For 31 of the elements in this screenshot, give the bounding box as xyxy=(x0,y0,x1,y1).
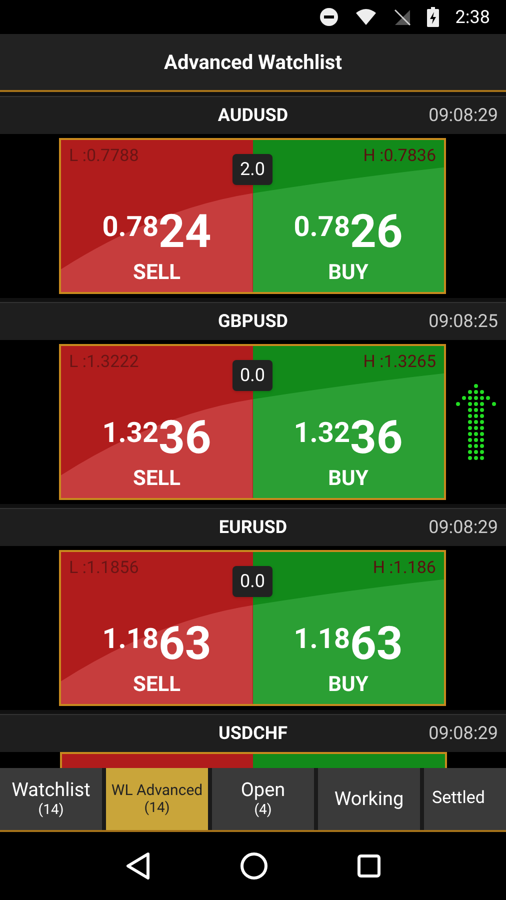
tab[interactable]: WL Advanced (14) xyxy=(106,768,208,830)
tab[interactable]: Open (4) xyxy=(212,768,314,830)
timestamp: 09:08:29 xyxy=(428,104,498,128)
timestamp: 09:08:25 xyxy=(428,310,498,334)
high-price: H :1.186 xyxy=(372,557,436,580)
symbol: EURUSD xyxy=(218,516,288,540)
back-icon[interactable] xyxy=(124,852,151,880)
tab[interactable]: Watchlist (14) xyxy=(0,768,102,830)
wifi-icon xyxy=(355,8,378,26)
home-icon[interactable] xyxy=(240,852,268,880)
timestamp: 09:08:29 xyxy=(428,516,498,540)
recents-icon[interactable] xyxy=(357,854,382,878)
symbol: USDCHF xyxy=(218,722,288,746)
timestamp: 09:08:29 xyxy=(428,722,498,746)
window-title: Advanced Watchlist xyxy=(164,49,342,76)
high-price: H :0.7836 xyxy=(363,145,436,168)
low-price: L :1.1856 xyxy=(69,557,139,580)
spread: 2.0 xyxy=(232,154,273,185)
symbol: AUDUSD xyxy=(218,104,288,128)
tab[interactable]: Settled xyxy=(424,768,506,830)
low-price: L :1.3222 xyxy=(69,351,139,374)
no-signal-icon xyxy=(393,8,412,26)
tab[interactable]: Working xyxy=(318,768,420,830)
low-price: L :0.7788 xyxy=(69,145,139,168)
clock: 2:38 xyxy=(455,6,490,30)
high-price: H :1.3265 xyxy=(363,351,436,374)
spread: 0.0 xyxy=(232,360,273,391)
symbol: GBPUSD xyxy=(218,310,288,334)
spread: 0.0 xyxy=(232,566,273,597)
battery-charging-icon xyxy=(427,7,440,27)
do-not-disturb-icon xyxy=(319,7,340,27)
